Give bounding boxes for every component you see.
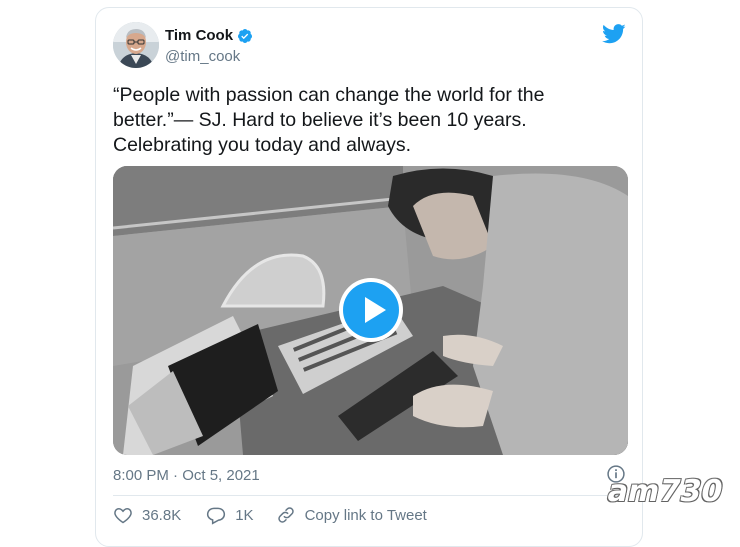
reply-button[interactable]: 1K xyxy=(206,505,254,525)
heart-icon xyxy=(114,507,132,524)
like-button[interactable]: 36.8K xyxy=(113,505,181,525)
tweet-card: Tim Cook @tim_cook “People with passion … xyxy=(95,7,643,547)
copy-link-label: Copy link to Tweet xyxy=(304,506,427,524)
video-thumbnail[interactable] xyxy=(113,166,628,455)
author-name-text: Tim Cook xyxy=(165,27,234,44)
tweet-text-line: “People with passion can change the worl… xyxy=(113,84,545,106)
reply-icon xyxy=(207,507,226,525)
like-count: 36.8K xyxy=(142,506,182,524)
tweet-text-line: Celebrating you today and always. xyxy=(113,134,412,156)
watermark: am730 xyxy=(604,474,726,509)
tweet-actions: 36.8K 1K Copy link to Tweet xyxy=(113,505,427,525)
play-icon xyxy=(343,282,399,338)
author-name[interactable]: Tim Cook xyxy=(165,27,253,44)
reply-count: 1K xyxy=(235,506,254,524)
tweet-timestamp[interactable]: 8:00 PM · Oct 5, 2021 xyxy=(113,467,260,484)
tweet-text: “People with passion can change the worl… xyxy=(113,83,613,158)
tweet-text-line: better.”— SJ. Hard to believe it’s been … xyxy=(113,109,527,131)
avatar-image xyxy=(113,22,159,68)
author-handle[interactable]: @tim_cook xyxy=(165,48,240,65)
link-icon xyxy=(277,507,294,523)
divider xyxy=(113,495,625,496)
copy-link-button[interactable]: Copy link to Tweet xyxy=(276,505,427,525)
play-button[interactable] xyxy=(339,278,403,342)
twitter-bird-icon[interactable] xyxy=(602,24,626,44)
verified-badge-icon xyxy=(238,28,253,43)
avatar[interactable] xyxy=(113,22,159,68)
